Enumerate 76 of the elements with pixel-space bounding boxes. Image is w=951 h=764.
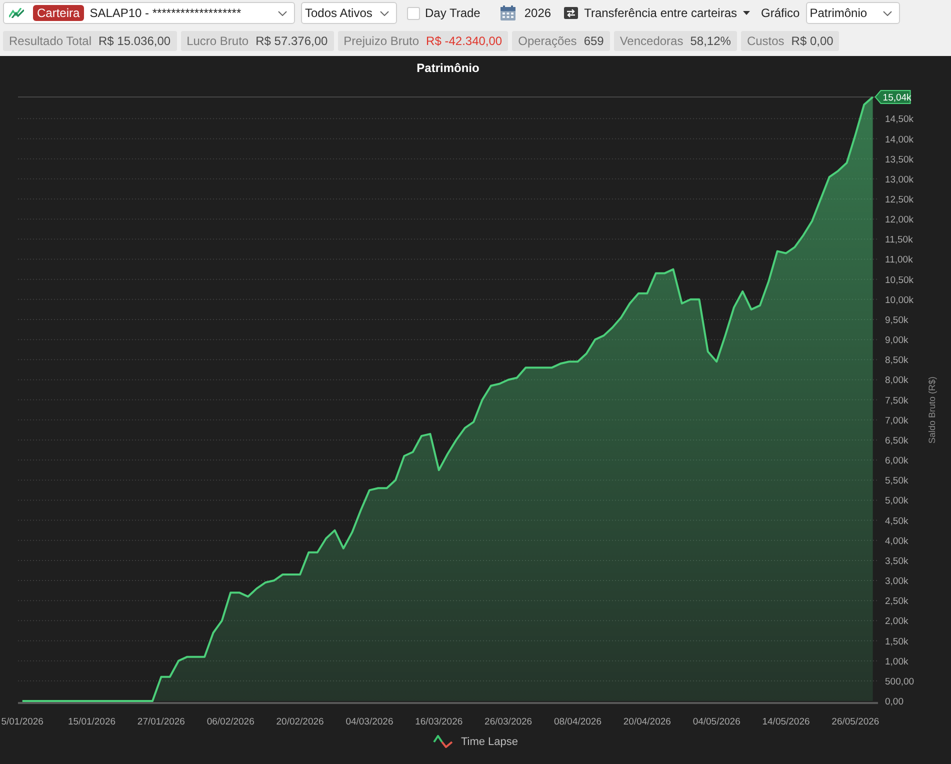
x-tick-label: 27/01/2026: [137, 716, 185, 728]
y-tick-label: 5,00k: [885, 496, 908, 507]
caret-down-icon: [743, 11, 750, 15]
stat-label: Custos: [746, 34, 784, 48]
stat-value: 58,12%: [690, 34, 731, 48]
y-tick-label: 3,50k: [885, 556, 908, 567]
y-tick-label: 5,50k: [885, 476, 908, 487]
y-tick-label: 9,00k: [885, 335, 908, 346]
y-tick-label: 10,00k: [885, 294, 914, 306]
y-tick-label: 13,00k: [885, 174, 914, 186]
x-tick-label: 14/05/2026: [762, 716, 810, 728]
x-tick-label: 04/03/2026: [346, 716, 394, 728]
y-tick-label: 1,50k: [885, 636, 908, 648]
y-tick-label: 1,00k: [885, 656, 908, 668]
y-tick-label: 12,50k: [885, 194, 914, 206]
y-tick-label: 12,00k: [885, 214, 914, 226]
y-tick-label: 2,50k: [885, 596, 908, 608]
y-tick-label: 0,00: [885, 696, 904, 708]
stat-value: R$ 57.376,00: [256, 34, 328, 48]
y-tick-label: 11,50k: [885, 234, 913, 246]
y-tick-label: 3,00k: [885, 576, 908, 588]
y-tick-label: 13,50k: [885, 154, 914, 166]
zigzag-line-icon: [432, 735, 453, 748]
chevron-down-icon: [882, 10, 892, 16]
stat-label: Vencedoras: [620, 34, 684, 48]
portfolio-select[interactable]: Carteira SALAP10 - *******************: [3, 2, 295, 24]
y-tick-label: 6,50k: [885, 435, 908, 446]
y-tick-label: 7,50k: [885, 395, 908, 406]
y-tick-label: 8,00k: [885, 375, 908, 386]
y-tick-label: 11,00k: [885, 254, 913, 266]
chart-type-select[interactable]: Patrimônio: [806, 2, 900, 24]
x-tick-label: 20/02/2026: [276, 716, 324, 728]
zigzag-icon: [9, 8, 24, 18]
chart-title: Patrimônio: [416, 61, 480, 75]
y-tick-label: 10,50k: [885, 274, 914, 286]
stat-value: 659: [584, 34, 604, 48]
calendar-icon: [500, 5, 516, 21]
stat-value: R$ 15.036,00: [98, 34, 171, 48]
day-trade-label[interactable]: Day Trade: [425, 6, 480, 20]
chevron-down-icon: [380, 10, 389, 16]
y-tick-label: 2,00k: [885, 616, 908, 628]
y-tick-label: 500,00: [885, 676, 914, 688]
chart-type-label: Gráfico: [761, 6, 800, 20]
y-tick-label: 8,50k: [885, 355, 908, 366]
stat-label: Prejuizo Bruto: [344, 34, 420, 48]
x-tick-label: 20/04/2026: [623, 716, 671, 728]
y-tick-label: 14,00k: [885, 134, 914, 146]
x-tick-label: 26/05/2026: [832, 716, 880, 728]
y-tick-label: 4,00k: [885, 536, 908, 547]
y-tick-label: 9,50k: [885, 314, 908, 326]
stat-value: R$ 0,00: [791, 34, 834, 48]
value-callout: 15,04k: [874, 90, 912, 104]
y-tick-label: 6,00k: [885, 456, 908, 467]
year-picker[interactable]: 2026: [500, 5, 552, 21]
x-tick-label: 04/05/2026: [692, 716, 740, 728]
x-tick-label: 5/01/2026: [1, 716, 44, 728]
y-tick-label: 7,00k: [885, 415, 908, 426]
y-axis-title: Saldo Bruto (R$): [927, 376, 937, 444]
x-tick-label: 08/04/2026: [554, 716, 602, 728]
asset-select[interactable]: Todos Ativos: [301, 2, 397, 24]
x-tick-label: 16/03/2026: [415, 716, 463, 728]
x-tick-label: 15/01/2026: [68, 716, 116, 728]
y-tick-label: 4,50k: [885, 516, 908, 527]
stat-label: Operações: [518, 34, 577, 48]
y-tick-label: 14,50k: [885, 114, 914, 126]
stat-label: Resultado Total: [9, 34, 92, 48]
chevron-down-icon: [278, 10, 287, 16]
wallet-badge: Carteira: [33, 5, 84, 21]
stat-label: Lucro Bruto: [186, 34, 249, 48]
x-tick-label: 06/02/2026: [206, 716, 254, 728]
legend-item[interactable]: Time Lapse: [432, 735, 518, 748]
transfer-menu[interactable]: Transferência entre carteiras: [564, 6, 750, 20]
stat-value: R$ -42.340,00: [426, 34, 502, 48]
swap-arrows-icon: [564, 7, 578, 19]
day-trade-checkbox[interactable]: [407, 6, 420, 20]
x-tick-label: 26/03/2026: [484, 716, 532, 728]
